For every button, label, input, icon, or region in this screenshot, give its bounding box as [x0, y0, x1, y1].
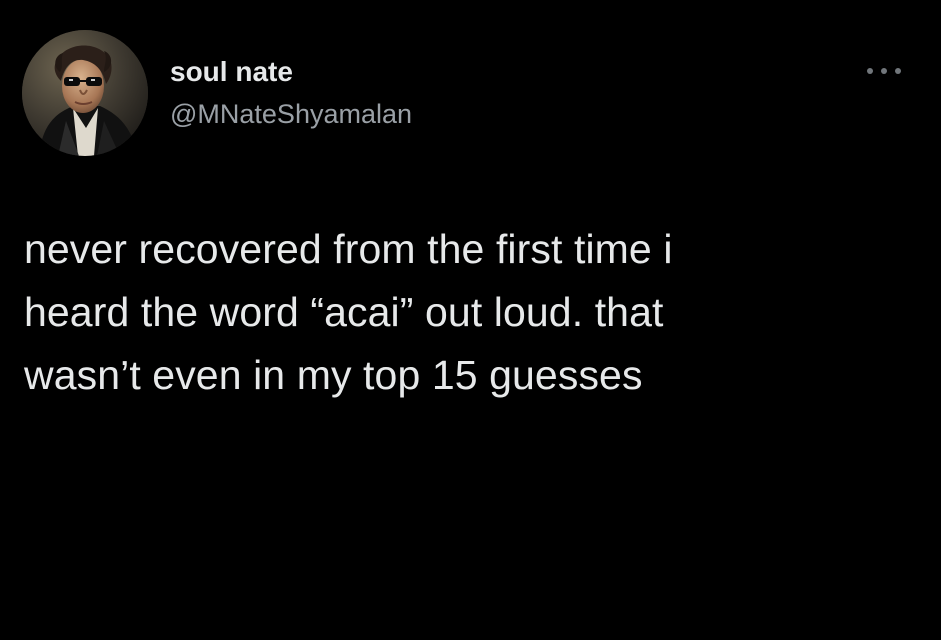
portrait-avatar-icon	[22, 30, 148, 156]
display-name[interactable]: soul nate	[170, 55, 293, 89]
avatar[interactable]	[22, 30, 148, 156]
user-handle[interactable]: @MNateShyamalan	[170, 97, 412, 131]
more-dot-icon	[867, 68, 873, 74]
tweet-text-line-2: heard the word “acai” out loud. that	[24, 289, 664, 335]
tweet-text-line-1: never recovered from the first time i	[24, 226, 673, 272]
more-horizontal-icon[interactable]	[867, 62, 901, 80]
more-dot-icon	[895, 68, 901, 74]
more-dot-icon	[881, 68, 887, 74]
tweet-card: soul nate @MNateShyamalan never recovere…	[0, 0, 941, 640]
tweet-text-line-3: wasn’t even in my top 15 guesses	[24, 352, 643, 398]
tweet-text: never recovered from the first time i he…	[24, 218, 904, 407]
